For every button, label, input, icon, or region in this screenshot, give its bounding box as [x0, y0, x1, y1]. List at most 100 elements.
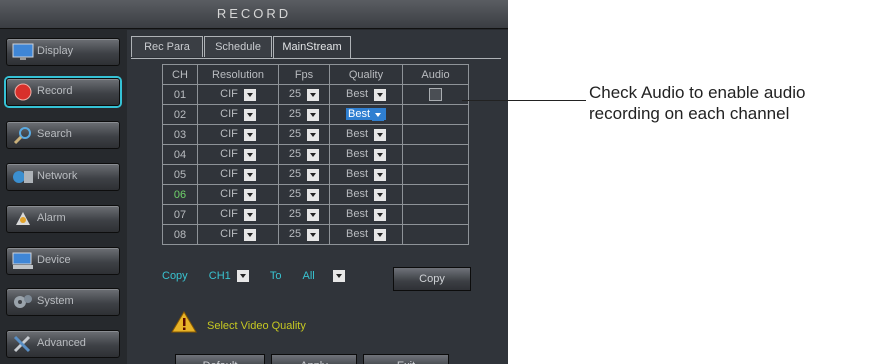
chevron-down-icon — [307, 228, 320, 241]
channel-number: 05 — [162, 164, 198, 185]
sidebar-item-search[interactable]: Search — [6, 121, 120, 149]
quality-select[interactable]: Best — [329, 124, 403, 145]
quality-select[interactable]: Best — [329, 224, 403, 245]
fps-select[interactable]: 25 — [278, 84, 330, 105]
channel-number: 04 — [162, 144, 198, 165]
quality-selected: Best — [345, 108, 386, 121]
chevron-down-icon — [307, 188, 320, 201]
chevron-down-icon — [374, 228, 386, 241]
resolution-value: CIF — [220, 148, 238, 161]
copy-label: Copy — [162, 270, 188, 282]
audio-cell — [402, 144, 469, 165]
resolution-select[interactable]: CIF — [197, 104, 279, 125]
network-icon — [13, 171, 33, 183]
channel-number: 03 — [162, 124, 198, 145]
fps-value: 25 — [288, 228, 302, 241]
quality-select[interactable]: Best — [329, 204, 403, 225]
channel-table: CH Resolution Fps Quality Audio 01 CIF 2… — [162, 64, 469, 245]
copy-button[interactable]: Copy — [393, 267, 471, 291]
copy-to-select[interactable]: All — [302, 270, 345, 283]
tab-schedule[interactable]: Schedule — [204, 36, 272, 57]
chevron-down-icon — [243, 168, 256, 181]
chevron-down-icon — [243, 228, 256, 241]
magnifier-icon — [13, 127, 31, 145]
audio-cell — [402, 204, 469, 225]
resolution-value: CIF — [220, 188, 238, 201]
copy-row: Copy CH1 To All — [162, 270, 345, 283]
quality-select[interactable]: Best — [329, 104, 403, 125]
sidebar-item-device[interactable]: Device — [6, 247, 120, 275]
fps-value: 25 — [288, 88, 302, 101]
resolution-value: CIF — [220, 168, 238, 181]
quality-select[interactable]: Best — [329, 164, 403, 185]
audio-cell — [402, 124, 469, 145]
chevron-down-icon — [307, 168, 320, 181]
fps-select[interactable]: 25 — [278, 124, 330, 145]
table-row: 07 CIF 25 Best — [162, 204, 469, 225]
tools-icon — [13, 335, 31, 353]
chevron-down-icon — [243, 128, 256, 141]
fps-select[interactable]: 25 — [278, 144, 330, 165]
quality-select[interactable]: Best — [329, 144, 403, 165]
copy-from-select[interactable]: CH1 — [209, 270, 249, 283]
channel-number: 02 — [162, 104, 198, 125]
column-header-resolution: Resolution — [197, 64, 279, 85]
exit-button[interactable]: Exit — [363, 354, 449, 364]
fps-select[interactable]: 25 — [278, 204, 330, 225]
monitor-icon — [12, 43, 34, 60]
table-row: 04 CIF 25 Best — [162, 144, 469, 165]
sidebar-item-label: Search — [37, 128, 72, 140]
annotation-callout: Check Audio to enable audio recording on… — [589, 82, 805, 124]
sidebar-item-record[interactable]: Record — [6, 78, 120, 106]
apply-button[interactable]: Apply — [271, 354, 357, 364]
fps-value: 25 — [288, 128, 302, 141]
column-header-audio: Audio — [402, 64, 469, 85]
quality-select[interactable]: Best — [329, 84, 403, 105]
tab-mainstream[interactable]: MainStream — [273, 36, 351, 59]
quality-value: Best — [345, 228, 368, 241]
fps-value: 25 — [288, 168, 302, 181]
quality-value: Best — [345, 208, 368, 221]
chevron-down-icon — [307, 88, 320, 101]
tab-rec-para[interactable]: Rec Para — [131, 36, 203, 57]
sidebar-item-system[interactable]: System — [6, 288, 120, 316]
chevron-down-icon — [243, 188, 256, 201]
audio-checkbox[interactable] — [429, 88, 442, 101]
resolution-select[interactable]: CIF — [197, 224, 279, 245]
chevron-down-icon — [374, 148, 386, 161]
quality-value: Best — [345, 168, 368, 181]
chevron-down-icon — [243, 148, 256, 161]
sidebar-item-label: Advanced — [37, 337, 86, 349]
copy-to-value: All — [302, 270, 315, 282]
fps-select[interactable]: 25 — [278, 224, 330, 245]
sidebar-item-advanced[interactable]: Advanced — [6, 330, 120, 358]
fps-select[interactable]: 25 — [278, 104, 330, 125]
dvr-window: RECORD Display Record Search Network Ala… — [0, 0, 508, 364]
chevron-down-icon — [372, 108, 384, 121]
chevron-down-icon — [374, 188, 386, 201]
resolution-select[interactable]: CIF — [197, 184, 279, 205]
chevron-down-icon — [243, 108, 256, 121]
audio-cell — [402, 224, 469, 245]
warning-icon — [171, 311, 197, 333]
sidebar-item-alarm[interactable]: Alarm — [6, 205, 120, 233]
record-icon — [14, 83, 32, 101]
sidebar-item-label: Alarm — [37, 212, 66, 224]
annotation-leader-line — [462, 100, 586, 101]
fps-value: 25 — [288, 188, 302, 201]
fps-select[interactable]: 25 — [278, 184, 330, 205]
channel-number: 07 — [162, 204, 198, 225]
resolution-select[interactable]: CIF — [197, 204, 279, 225]
resolution-select[interactable]: CIF — [197, 124, 279, 145]
fps-select[interactable]: 25 — [278, 164, 330, 185]
resolution-select[interactable]: CIF — [197, 144, 279, 165]
annotation-line-1: Check Audio to enable audio — [589, 83, 806, 102]
quality-value: Best — [345, 148, 368, 161]
resolution-select[interactable]: CIF — [197, 164, 279, 185]
table-row: 08 CIF 25 Best — [162, 224, 469, 245]
sidebar-item-network[interactable]: Network — [6, 163, 120, 191]
quality-select[interactable]: Best — [329, 184, 403, 205]
default-button[interactable]: Default — [175, 354, 265, 364]
resolution-select[interactable]: CIF — [197, 84, 279, 105]
sidebar-item-display[interactable]: Display — [6, 38, 120, 66]
